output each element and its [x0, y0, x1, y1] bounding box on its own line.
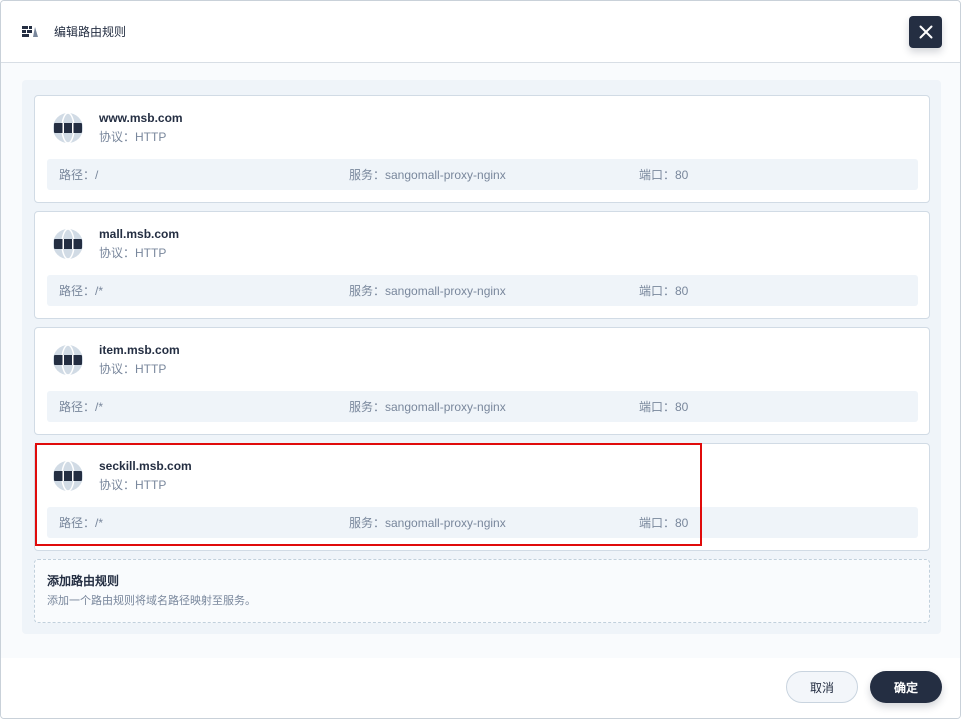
- rule-host: seckill.msb.com: [99, 459, 192, 473]
- close-button[interactable]: [909, 16, 942, 48]
- route-rule-card[interactable]: www.msb.com 协议：HTTP 路径：/ 服务：sangomall-pr…: [34, 95, 930, 203]
- rule-port: 端口：80: [639, 516, 689, 530]
- route-rule-card[interactable]: seckill.msb.com 协议：HTTP 路径：/* 服务：sangoma…: [34, 443, 930, 551]
- confirm-button[interactable]: 确定: [870, 671, 942, 703]
- globe-icon: [53, 460, 83, 492]
- dialog-footer: 取消 确定: [1, 658, 960, 718]
- rule-path-row: 路径：/* 服务：sangomall-proxy-nginx 端口：80: [47, 391, 918, 422]
- route-rule-card[interactable]: mall.msb.com 协议：HTTP 路径：/* 服务：sangomall-…: [34, 211, 930, 319]
- route-rule-card[interactable]: item.msb.com 协议：HTTP 路径：/* 服务：sangomall-…: [34, 327, 930, 435]
- route-rules-icon: [22, 26, 38, 37]
- add-rule-description: 添加一个路由规则将域名路径映射至服务。: [47, 595, 256, 607]
- globe-icon: [53, 344, 83, 376]
- dialog-title: 编辑路由规则: [54, 25, 127, 39]
- rule-protocol: 协议：HTTP: [99, 362, 167, 376]
- rule-service: 服务：sangomall-proxy-nginx: [349, 400, 506, 414]
- add-rule-title: 添加路由规则: [47, 574, 120, 588]
- rule-host: item.msb.com: [99, 343, 180, 357]
- globe-icon: [53, 112, 83, 144]
- rule-path-row: 路径：/* 服务：sangomall-proxy-nginx 端口：80: [47, 275, 918, 306]
- rule-port: 端口：80: [639, 400, 689, 414]
- rule-path: 路径：/*: [59, 284, 104, 298]
- rule-port: 端口：80: [639, 168, 689, 182]
- rule-path: 路径：/: [59, 168, 99, 182]
- rule-service: 服务：sangomall-proxy-nginx: [349, 516, 506, 530]
- globe-icon: [53, 228, 83, 260]
- rule-protocol: 协议：HTTP: [99, 130, 167, 144]
- rule-path-row: 路径：/* 服务：sangomall-proxy-nginx 端口：80: [47, 507, 918, 538]
- dialog-header: 编辑路由规则: [1, 1, 960, 63]
- rule-host: mall.msb.com: [99, 227, 180, 241]
- rule-path: 路径：/*: [59, 400, 104, 414]
- rule-service: 服务：sangomall-proxy-nginx: [349, 284, 506, 298]
- rule-protocol: 协议：HTTP: [99, 478, 167, 492]
- rule-protocol: 协议：HTTP: [99, 246, 167, 260]
- rule-service: 服务：sangomall-proxy-nginx: [349, 168, 506, 182]
- cancel-button[interactable]: 取消: [786, 671, 858, 703]
- rule-port: 端口：80: [639, 284, 689, 298]
- edit-route-rules-dialog: 编辑路由规则 www.msb.com 协议：HTTP 路径：/ 服务：sango…: [0, 0, 961, 719]
- close-icon: [919, 25, 932, 39]
- add-route-rule-button[interactable]: 添加路由规则 添加一个路由规则将域名路径映射至服务。: [34, 559, 930, 623]
- rule-path: 路径：/*: [59, 516, 104, 530]
- rule-host: www.msb.com: [99, 111, 183, 125]
- rule-path-row: 路径：/ 服务：sangomall-proxy-nginx 端口：80: [47, 159, 918, 190]
